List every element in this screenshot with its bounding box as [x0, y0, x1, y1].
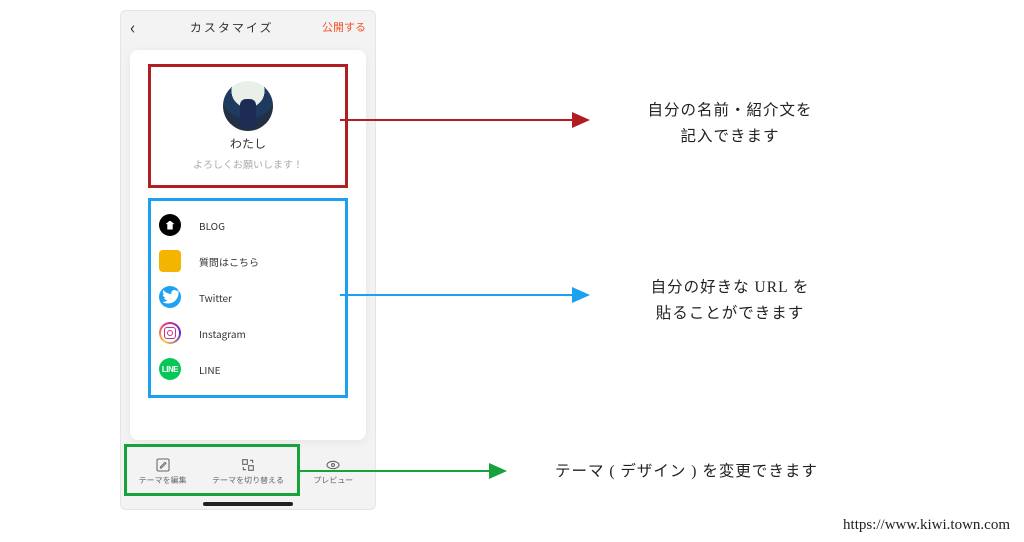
annotation-text-profile: 自分の名前・紹介文を 記入できます — [620, 98, 840, 151]
tab-label: プレビュー — [313, 475, 353, 486]
tab-label: テーマを切り替える — [212, 475, 284, 486]
link-item-instagram[interactable]: Instagram — [159, 315, 337, 351]
profile-name: わたし — [230, 135, 266, 152]
home-indicator — [203, 502, 293, 506]
phone-mock: ‹ カスタマイズ 公開する わたし よろしくお願いします！ BLOG 質問はこち… — [120, 10, 376, 510]
annotation-arrow-links — [340, 294, 588, 296]
link-item-blog[interactable]: BLOG — [159, 207, 337, 243]
link-item-question[interactable]: 質問はこちら — [159, 243, 337, 279]
tab-switch-theme[interactable]: テーマを切り替える — [205, 450, 290, 492]
annotation-line: 自分の好きな URL を — [620, 275, 840, 301]
annotation-text-links: 自分の好きな URL を 貼ることができます — [620, 275, 840, 328]
avatar[interactable] — [223, 81, 273, 131]
link-item-twitter[interactable]: Twitter — [159, 279, 337, 315]
pencil-icon — [155, 457, 171, 473]
annotation-line: 自分の名前・紹介文を — [620, 98, 840, 124]
link-label: Instagram — [199, 326, 246, 341]
link-label: 質問はこちら — [199, 254, 259, 269]
content-card: わたし よろしくお願いします！ BLOG 質問はこちら Twitter Inst… — [130, 50, 366, 440]
swap-icon — [240, 457, 256, 473]
annotation-text-theme: テーマ ( デザイン ) を変更できます — [555, 459, 818, 485]
profile-bio: よろしくお願いします！ — [193, 156, 303, 171]
line-icon: LINE — [159, 358, 181, 380]
annotation-arrow-theme — [300, 470, 505, 472]
twitter-icon — [159, 286, 181, 308]
annotation-line: 記入できます — [620, 124, 840, 150]
instagram-icon — [159, 322, 181, 344]
back-icon[interactable]: ‹ — [130, 14, 141, 40]
link-label: BLOG — [199, 218, 225, 233]
publish-button[interactable]: 公開する — [322, 19, 366, 35]
nav-title: カスタマイズ — [141, 19, 322, 36]
footer-url: https://www.kiwi.town.com — [843, 517, 1010, 534]
link-label: LINE — [199, 362, 220, 377]
tab-label: テーマを編集 — [139, 475, 187, 486]
navbar: ‹ カスタマイズ 公開する — [120, 10, 376, 44]
link-label: Twitter — [199, 290, 232, 305]
tab-edit-theme[interactable]: テーマを編集 — [120, 450, 205, 492]
blog-icon — [159, 214, 181, 236]
annotation-line: テーマ ( デザイン ) を変更できます — [555, 463, 818, 480]
annotation-line: 貼ることができます — [620, 301, 840, 327]
link-item-line[interactable]: LINE LINE — [159, 351, 337, 387]
annotation-arrow-profile — [340, 119, 588, 121]
profile-section[interactable]: わたし よろしくお願いします！ — [148, 64, 348, 188]
links-section: BLOG 質問はこちら Twitter Instagram LINE LINE — [148, 198, 348, 398]
folder-icon — [159, 250, 181, 272]
